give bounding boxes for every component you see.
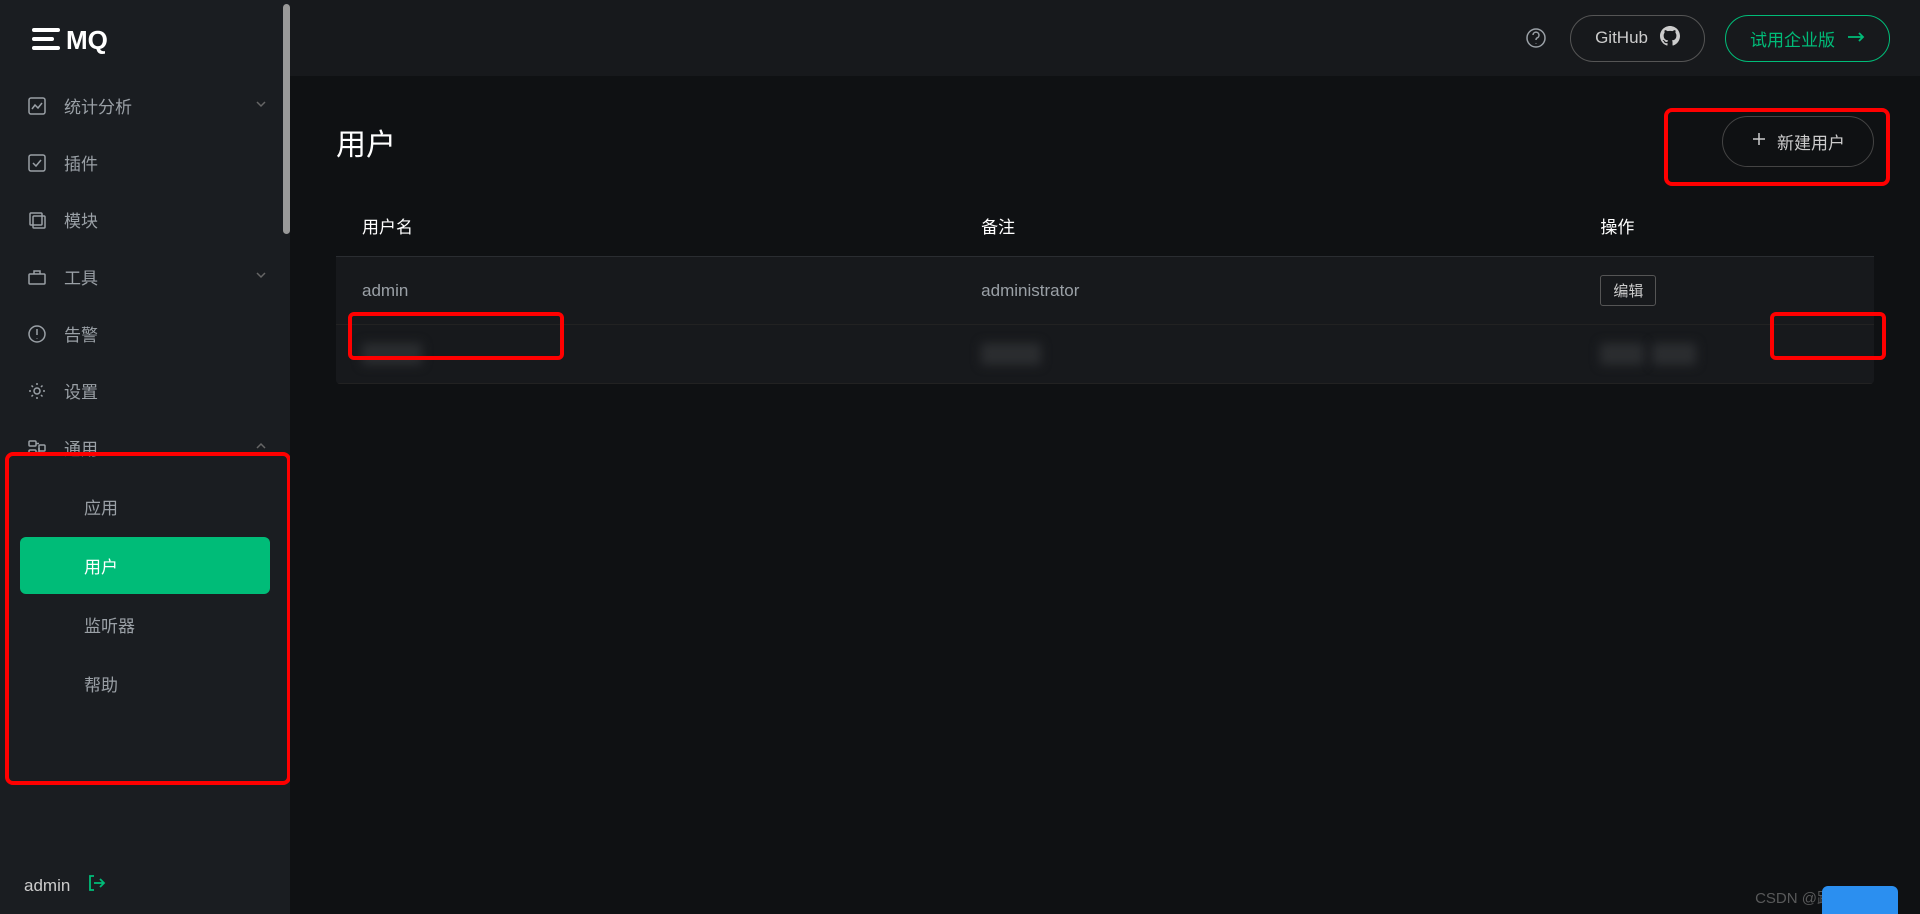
- trial-button[interactable]: 试用企业版: [1725, 15, 1890, 62]
- sidebar-scrollbar[interactable]: [282, 0, 290, 857]
- sidebar-item-label: 工具: [64, 264, 98, 289]
- github-icon: [1660, 26, 1680, 51]
- table-row-redacted: [336, 325, 1874, 384]
- general-icon: [26, 437, 48, 459]
- cell-username: admin: [362, 281, 981, 301]
- sidebar-sub-help[interactable]: 帮助: [20, 655, 270, 712]
- sidebar-sub-listeners[interactable]: 监听器: [20, 596, 270, 653]
- sidebar-sub-app[interactable]: 应用: [20, 478, 270, 535]
- redacted-actions: [1600, 343, 1848, 365]
- sidebar-footer: admin: [0, 857, 290, 914]
- sidebar-sub-users[interactable]: 用户: [20, 537, 270, 594]
- sidebar-submenu-general: 应用 用户 监听器 帮助: [0, 478, 290, 726]
- main-content: GitHub 试用企业版 用户 新建用户: [290, 0, 1920, 914]
- create-user-button[interactable]: 新建用户: [1722, 116, 1874, 167]
- toolbox-icon: [26, 266, 48, 288]
- sidebar-item-general[interactable]: 通用: [0, 419, 290, 476]
- current-user: admin: [24, 876, 70, 896]
- gear-icon: [26, 380, 48, 402]
- sidebar-item-label: 插件: [64, 150, 98, 175]
- sidebar-item-label: 统计分析: [64, 93, 132, 118]
- redacted-cell: [362, 343, 422, 365]
- sidebar-item-plugins[interactable]: 插件: [0, 134, 290, 191]
- checkbox-icon: [26, 152, 48, 174]
- brand-logo: MQ: [0, 0, 290, 77]
- modules-icon: [26, 209, 48, 231]
- chevron-up-icon: [254, 438, 268, 458]
- sidebar: MQ 统计分析 插件 模块 工具: [0, 0, 290, 914]
- chevron-down-icon: [254, 96, 268, 116]
- floating-widget[interactable]: [1822, 886, 1898, 914]
- topbar: GitHub 试用企业版: [290, 0, 1920, 76]
- sidebar-item-label: 告警: [64, 321, 98, 346]
- edit-button[interactable]: 编辑: [1600, 275, 1656, 306]
- sidebar-item-settings[interactable]: 设置: [0, 362, 290, 419]
- plus-icon: [1751, 131, 1767, 152]
- sidebar-item-alerts[interactable]: 告警: [0, 305, 290, 362]
- sidebar-item-label: 设置: [64, 378, 98, 403]
- page-title: 用户: [336, 120, 396, 164]
- col-action: 操作: [1600, 213, 1848, 238]
- trial-label: 试用企业版: [1750, 26, 1835, 51]
- github-button[interactable]: GitHub: [1570, 15, 1705, 62]
- sidebar-item-label: 通用: [64, 435, 98, 460]
- chart-icon: [26, 95, 48, 117]
- cell-remark: administrator: [981, 281, 1600, 301]
- sidebar-item-modules[interactable]: 模块: [0, 191, 290, 248]
- svg-text:MQ: MQ: [66, 25, 108, 54]
- sidebar-item-stats[interactable]: 统计分析: [0, 77, 290, 134]
- help-icon[interactable]: [1522, 24, 1550, 52]
- col-username: 用户名: [362, 213, 981, 238]
- redacted-cell: [981, 343, 1041, 365]
- github-label: GitHub: [1595, 28, 1648, 48]
- logout-icon[interactable]: [86, 873, 106, 898]
- alert-icon: [26, 323, 48, 345]
- sidebar-item-tools[interactable]: 工具: [0, 248, 290, 305]
- arrow-right-icon: [1847, 28, 1865, 48]
- users-table: 用户名 备注 操作 admin administrator 编辑: [336, 195, 1874, 384]
- col-remark: 备注: [981, 213, 1600, 238]
- table-header: 用户名 备注 操作: [336, 195, 1874, 257]
- table-row: admin administrator 编辑: [336, 257, 1874, 325]
- sidebar-item-label: 模块: [64, 207, 98, 232]
- chevron-down-icon: [254, 267, 268, 287]
- create-user-label: 新建用户: [1777, 129, 1845, 154]
